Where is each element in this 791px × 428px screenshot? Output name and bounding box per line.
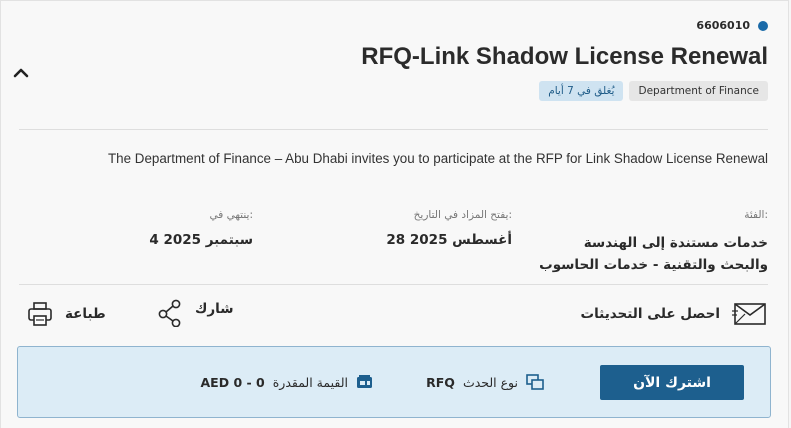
department-badge: Department of Finance [629,81,768,101]
rfq-title: RFQ-Link Shadow License Renewal [361,43,768,70]
divider [19,129,768,130]
ends-label: ينتهي في: [209,209,253,221]
category-label: الفئة: [744,209,768,221]
event-type: RFQ نوع الحدث [426,374,544,390]
subscribe-panel: اشترك الآن RFQ نوع الحدث AED 0 - 0 القيم… [17,346,771,418]
category-value-line2: والبحث والتقنية - خدمات الحاسوب [539,257,768,273]
estimated-value-amount: AED 0 - 0 [200,374,265,390]
badges: يُغلق في 7 أيام Department of Finance [539,81,768,101]
mail-icon [732,303,766,325]
divider [19,284,768,285]
print-label: طباعة [65,306,106,322]
rfq-description: The Department of Finance – Abu Dhabi in… [108,151,768,166]
event-type-label: نوع الحدث [462,374,518,390]
closing-badge: يُغلق في 7 أيام [539,81,624,101]
rfq-id-text: 6606010 [696,19,750,32]
wallet-icon [357,375,372,388]
get-updates-label: احصل على التحديثات [580,306,720,322]
get-updates-button[interactable]: احصل على التحديثات [581,301,768,327]
opens-label: يفتح المزاد في التاريخ: [413,209,512,221]
print-button[interactable]: طباعة [27,301,106,327]
subscribe-button[interactable]: اشترك الآن [600,365,744,400]
share-icon [158,299,181,327]
ends-value: 4 سبتمبر 2025 [149,232,253,248]
opens-value: 28 أغسطس 2025 [386,232,512,248]
chevron-up-icon[interactable] [11,63,31,83]
share-label: شارك [195,301,234,317]
rfq-card: 6606010 RFQ-Link Shadow License Renewal … [0,0,789,428]
category-value-line1: خدمات مستندة إلى الهندسة [583,235,768,251]
rfq-id: 6606010 [696,19,768,32]
printer-icon [28,302,52,326]
event-type-value: RFQ [426,374,455,390]
estimated-value: AED 0 - 0 القيمة المقدرة [201,374,375,390]
event-type-icon [526,374,544,390]
estimated-value-label: القيمة المقدرة [272,374,348,390]
status-dot [758,20,768,31]
share-button[interactable]: شارك [157,299,234,327]
